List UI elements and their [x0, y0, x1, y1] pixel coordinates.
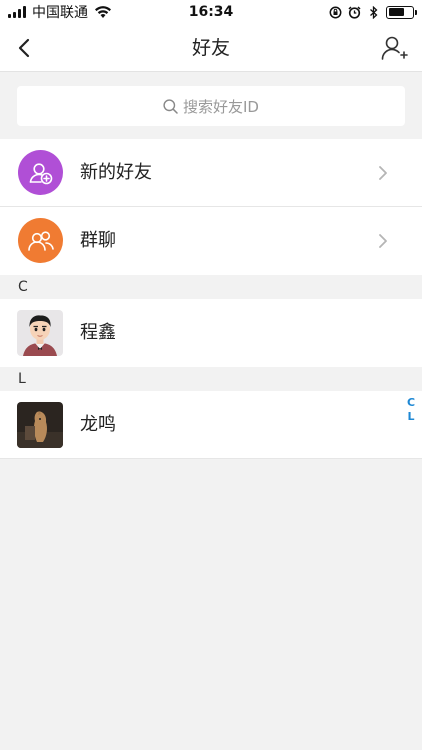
contact-name: 龙鸣	[80, 414, 116, 435]
alarm-icon	[348, 5, 361, 19]
nav-bar: 好友	[0, 24, 422, 72]
search-icon	[163, 98, 178, 114]
avatar	[17, 310, 63, 356]
status-left: 中国联通	[8, 2, 112, 22]
new-friend-icon	[18, 150, 63, 195]
chevron-right-icon	[379, 166, 387, 180]
status-bar: 中国联通 16:34	[0, 0, 422, 24]
search-area: 搜索好友ID	[0, 73, 422, 137]
index-letter-c[interactable]: C	[407, 396, 415, 410]
contact-name: 程鑫	[80, 322, 116, 343]
battery-icon	[386, 5, 417, 19]
divider	[0, 458, 422, 459]
rotation-lock-icon	[329, 6, 342, 18]
add-user-icon[interactable]	[380, 34, 408, 62]
new-friends-label: 新的好友	[80, 162, 152, 183]
index-letter-l[interactable]: L	[407, 410, 414, 424]
search-placeholder: 搜索好友ID	[183, 97, 259, 116]
page-title: 好友	[191, 37, 230, 59]
alphabet-index[interactable]: C L	[405, 396, 417, 424]
search-input[interactable]: 搜索好友ID	[17, 86, 405, 126]
group-chat-icon	[18, 218, 63, 263]
avatar	[17, 402, 63, 448]
status-right	[329, 5, 417, 19]
status-time: 16:34	[188, 4, 234, 20]
contact-row[interactable]: 龙鸣	[0, 391, 422, 459]
new-friends-row[interactable]: 新的好友	[0, 139, 422, 207]
section-header-l: L	[0, 367, 422, 391]
signal-icon	[8, 6, 26, 18]
bluetooth-icon	[370, 5, 378, 19]
wifi-icon	[95, 6, 111, 18]
group-chat-row[interactable]: 群聊	[0, 207, 422, 275]
carrier-label: 中国联通	[32, 5, 88, 21]
section-header-c: C	[0, 275, 422, 299]
contact-row[interactable]: 程鑫	[0, 299, 422, 367]
group-chat-label: 群聊	[80, 230, 116, 251]
chevron-right-icon	[379, 234, 387, 248]
